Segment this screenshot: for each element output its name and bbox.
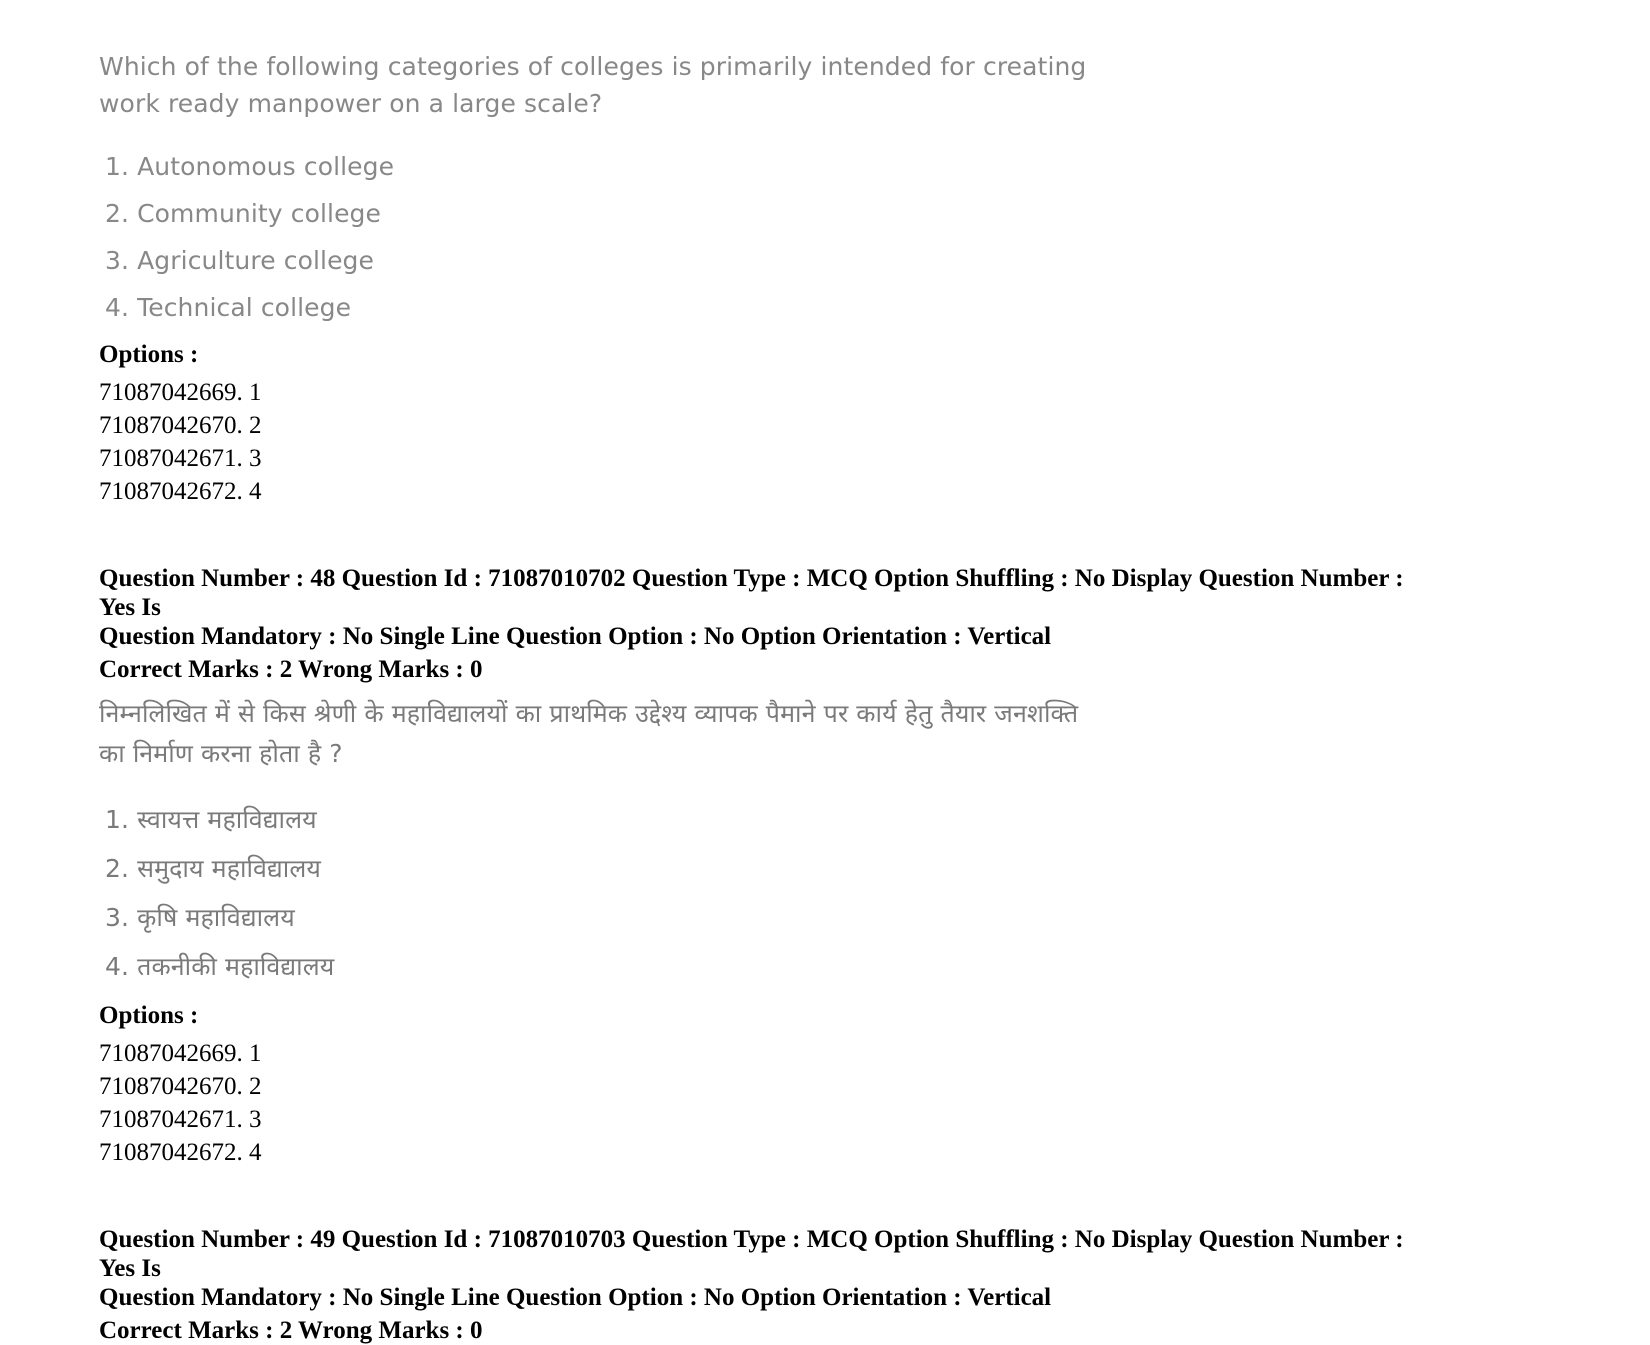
question-48-marks: Correct Marks : 2 Wrong Marks : 0 bbox=[99, 656, 483, 683]
question-49-meta-line-2: Question Mandatory : No Single Line Ques… bbox=[99, 1284, 1052, 1311]
option-id-row: 71087042670. 2 bbox=[99, 412, 262, 439]
question-48-option-id-list: 71087042669. 1 71087042670. 2 7108704267… bbox=[99, 1037, 1499, 1169]
option-id-row: 71087042672. 4 bbox=[99, 1139, 262, 1166]
question-47-option-id-list: 71087042669. 1 71087042670. 2 7108704267… bbox=[99, 376, 1499, 508]
page-content: Which of the following categories of col… bbox=[99, 48, 1499, 1345]
question-48-choice-list: 1. स्वायत्त महाविद्यालय 2. समुदाय महाविद… bbox=[99, 800, 1499, 987]
question-49-metadata: Question Number : 49 Question Id : 71087… bbox=[99, 1225, 1419, 1345]
option-id-row: 71087042672. 4 bbox=[99, 478, 262, 505]
question-48-meta-line-1: Question Number : 48 Question Id : 71087… bbox=[99, 565, 1404, 621]
question-48-block: Question Number : 48 Question Id : 71087… bbox=[99, 564, 1499, 1169]
question-49-block: Question Number : 49 Question Id : 71087… bbox=[99, 1225, 1499, 1345]
option-id-row: 71087042669. 1 bbox=[99, 379, 262, 406]
option-id-row: 71087042669. 1 bbox=[99, 1040, 262, 1067]
question-47-choice-2: 2. Community college bbox=[105, 199, 381, 228]
question-49-marks: Correct Marks : 2 Wrong Marks : 0 bbox=[99, 1317, 483, 1344]
option-id-row: 71087042671. 3 bbox=[99, 445, 262, 472]
question-47-options-heading: Options : bbox=[99, 341, 199, 368]
question-48-choice-4: 4. तकनीकी महाविद्यालय bbox=[105, 952, 335, 981]
option-id-row: 71087042671. 3 bbox=[99, 1106, 262, 1133]
question-47-choice-list: 1. Autonomous college 2. Community colle… bbox=[99, 148, 1499, 326]
question-48-stem: निम्नलिखित में से किस श्रेणी के महाविद्य… bbox=[99, 699, 1079, 768]
document-page: Which of the following categories of col… bbox=[0, 0, 1650, 1344]
question-47-choice-3: 3. Agriculture college bbox=[105, 246, 374, 275]
question-48-meta-line-2: Question Mandatory : No Single Line Ques… bbox=[99, 623, 1052, 650]
question-48-choice-2: 2. समुदाय महाविद्यालय bbox=[105, 854, 321, 883]
question-48-options-heading: Options : bbox=[99, 1002, 199, 1029]
question-47-choice-1: 1. Autonomous college bbox=[105, 152, 395, 181]
question-48-metadata: Question Number : 48 Question Id : 71087… bbox=[99, 564, 1419, 684]
option-id-row: 71087042670. 2 bbox=[99, 1073, 262, 1100]
question-49-meta-line-1: Question Number : 49 Question Id : 71087… bbox=[99, 1226, 1404, 1282]
question-48-choice-1: 1. स्वायत्त महाविद्यालय bbox=[105, 805, 317, 834]
question-48-choice-3: 3. कृषि महाविद्यालय bbox=[105, 903, 295, 932]
question-47-choice-4: 4. Technical college bbox=[105, 293, 352, 322]
question-47-stem: Which of the following categories of col… bbox=[99, 52, 1087, 118]
question-47-block: Which of the following categories of col… bbox=[99, 48, 1499, 508]
